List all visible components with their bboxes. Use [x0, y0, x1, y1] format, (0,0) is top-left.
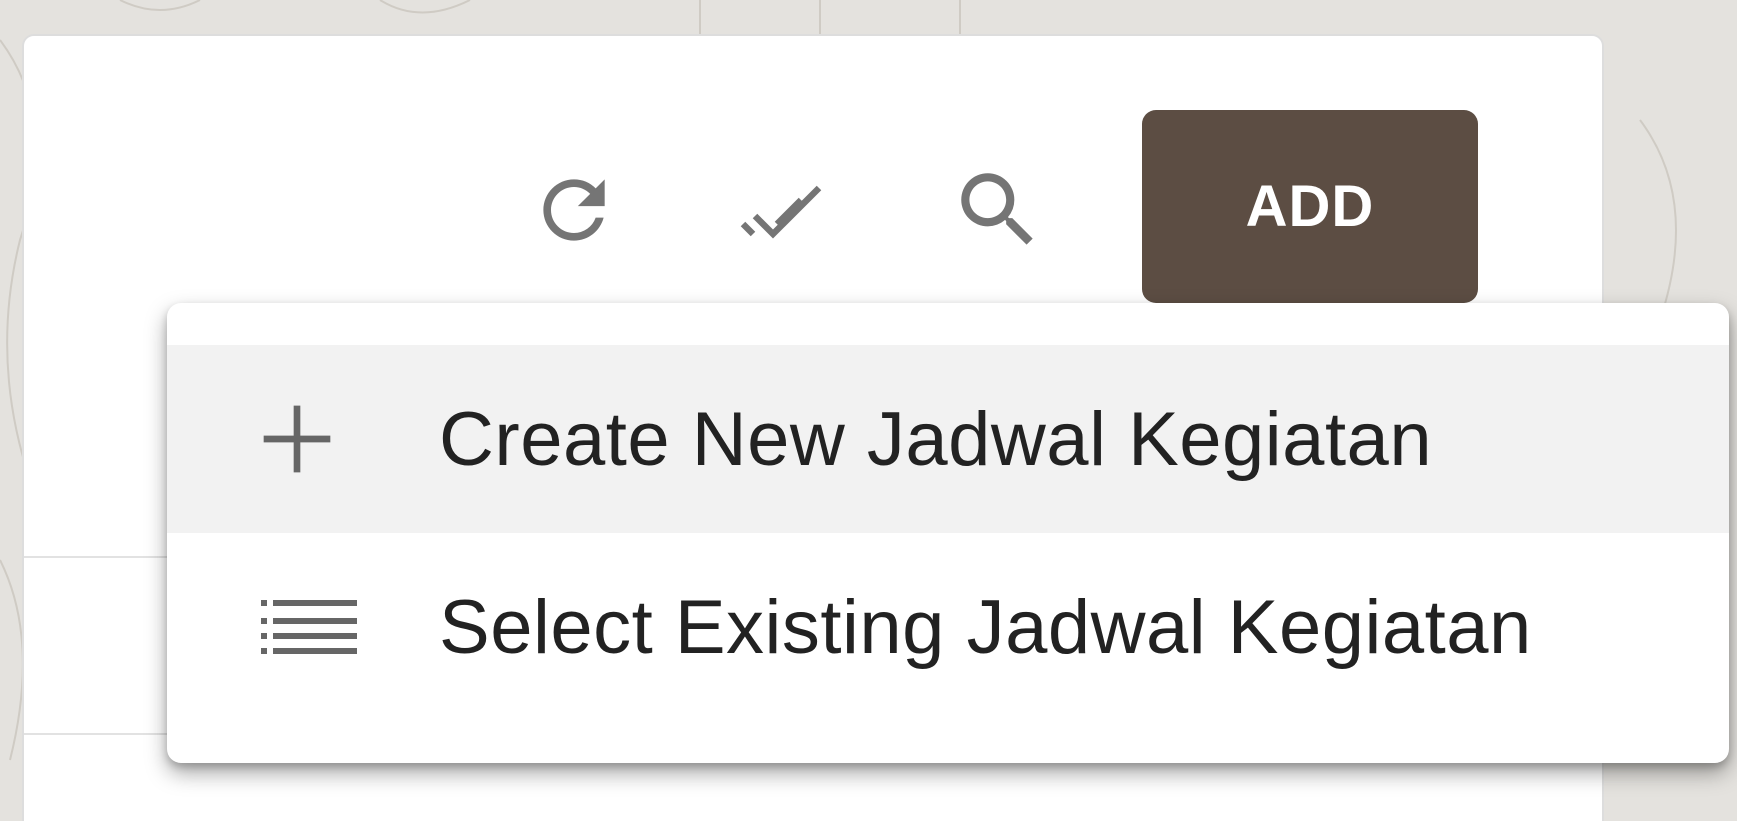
- refresh-icon[interactable]: [524, 160, 624, 260]
- add-dropdown-menu: Create New Jadwal Kegiatan Select Existi…: [167, 303, 1729, 763]
- list-icon: [261, 587, 357, 667]
- menu-item-create-new[interactable]: Create New Jadwal Kegiatan: [167, 345, 1729, 533]
- add-button[interactable]: ADD: [1142, 110, 1478, 303]
- menu-item-label: Select Existing Jadwal Kegiatan: [439, 584, 1532, 670]
- menu-item-label: Create New Jadwal Kegiatan: [439, 396, 1433, 482]
- plus-icon: [257, 399, 337, 479]
- menu-item-select-existing[interactable]: Select Existing Jadwal Kegiatan: [167, 533, 1729, 721]
- search-icon[interactable]: [948, 160, 1048, 260]
- double-check-icon[interactable]: [733, 160, 833, 260]
